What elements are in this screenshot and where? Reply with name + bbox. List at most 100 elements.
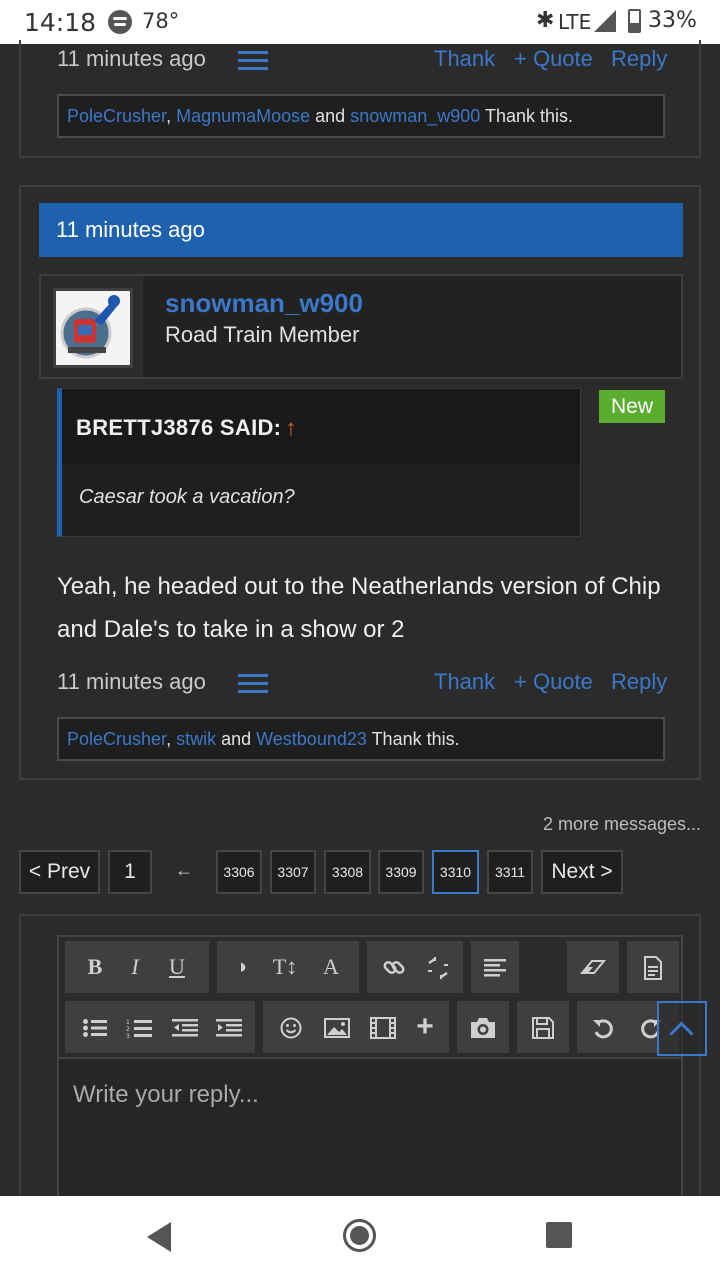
back-icon[interactable] bbox=[147, 1222, 171, 1252]
clock: 14:18 bbox=[24, 8, 97, 37]
font-color-icon[interactable]: ◑ bbox=[223, 941, 259, 993]
bold-icon[interactable]: B bbox=[75, 941, 115, 993]
toolbar-group-align bbox=[471, 941, 519, 993]
page-first-button[interactable]: 1 bbox=[108, 850, 152, 894]
font-family-icon[interactable]: A bbox=[311, 941, 351, 993]
page-button[interactable]: 3311 bbox=[487, 850, 533, 894]
hamburger-menu-icon[interactable] bbox=[238, 674, 268, 694]
separator: , bbox=[166, 729, 177, 749]
page-button-current[interactable]: 3310 bbox=[432, 850, 479, 894]
thank-user-link[interactable]: PoleCrusher bbox=[67, 729, 166, 749]
thank-user-link[interactable]: PoleCrusher bbox=[67, 106, 166, 126]
post-1-meta: 11 minutes ago Thank + Quote Reply bbox=[0, 42, 720, 82]
page-button[interactable]: 3307 bbox=[270, 850, 316, 894]
reply-placeholder: Write your reply... bbox=[73, 1081, 259, 1108]
jump-to-quote-icon[interactable]: ↑ bbox=[285, 415, 296, 440]
post-header-time: 11 minutes ago bbox=[56, 217, 205, 242]
thanks-suffix: Thank this. bbox=[480, 106, 573, 126]
thank-user-link[interactable]: snowman_w900 bbox=[350, 106, 480, 126]
undo-icon[interactable] bbox=[581, 1001, 625, 1053]
toolbar-group-font: ◑ T↕ A bbox=[217, 941, 359, 993]
bluetooth-icon: ✱ bbox=[536, 7, 555, 32]
username-link[interactable]: snowman_w900 bbox=[165, 288, 363, 319]
thank-button[interactable]: Thank bbox=[434, 46, 495, 72]
insert-icon[interactable]: + bbox=[405, 1001, 445, 1053]
numbered-list-icon[interactable]: 123 bbox=[119, 1001, 159, 1053]
template-icon[interactable] bbox=[631, 941, 675, 993]
thanks-list: PoleCrusher, stwik and Westbound23 Thank… bbox=[57, 717, 665, 761]
home-icon[interactable] bbox=[343, 1219, 376, 1252]
battery-icon bbox=[628, 9, 641, 33]
quote-button[interactable]: + Quote bbox=[514, 669, 593, 695]
quote-author-label: BRETTJ3876 SAID: bbox=[76, 415, 282, 440]
quote-author[interactable]: BRETTJ3876 SAID: ↑ bbox=[76, 415, 297, 441]
outdent-icon[interactable] bbox=[163, 1001, 207, 1053]
page-jump-arrow-icon[interactable]: ← bbox=[175, 860, 193, 881]
battery-percent: 33% bbox=[648, 8, 697, 33]
reply-textarea[interactable]: Write your reply... bbox=[59, 1057, 681, 1197]
scroll-to-top-button[interactable] bbox=[657, 1001, 707, 1056]
thank-user-link[interactable]: stwik bbox=[176, 729, 216, 749]
separator: and bbox=[216, 729, 257, 749]
quote-header: BRETTJ3876 SAID: ↑ bbox=[62, 389, 580, 464]
thank-button[interactable]: Thank bbox=[434, 669, 495, 695]
network-type: LTE bbox=[558, 10, 592, 34]
post-time: 11 minutes ago bbox=[57, 669, 206, 694]
page-button[interactable]: 3308 bbox=[324, 850, 371, 894]
reply-button[interactable]: Reply bbox=[611, 669, 667, 695]
reply-button[interactable]: Reply bbox=[611, 46, 667, 72]
new-badge: New bbox=[599, 390, 665, 423]
save-icon[interactable] bbox=[521, 1001, 565, 1053]
toolbar-group-camera bbox=[457, 1001, 509, 1053]
toolbar-group-clear bbox=[567, 941, 619, 993]
thank-user-link[interactable]: MagnumaMoose bbox=[176, 106, 310, 126]
toolbar-group-format: B I U bbox=[65, 941, 209, 993]
separator: and bbox=[310, 106, 351, 126]
prev-page-button[interactable]: < Prev bbox=[19, 850, 100, 894]
font-size-icon[interactable]: T↕ bbox=[261, 941, 309, 993]
camera-icon[interactable] bbox=[461, 1001, 505, 1053]
align-icon[interactable] bbox=[475, 941, 515, 993]
underline-icon[interactable]: U bbox=[157, 941, 197, 993]
separator: , bbox=[166, 106, 177, 126]
image-icon[interactable] bbox=[315, 1001, 359, 1053]
svg-text:2: 2 bbox=[126, 1026, 130, 1033]
thank-user-link[interactable]: Westbound23 bbox=[256, 729, 367, 749]
thanks-list: PoleCrusher, MagnumaMoose and snowman_w9… bbox=[57, 94, 665, 138]
hamburger-menu-icon[interactable] bbox=[238, 51, 268, 71]
avatar[interactable] bbox=[53, 288, 133, 368]
smiley-icon[interactable] bbox=[271, 1001, 311, 1053]
post-body: Yeah, he headed out to the Neatherlands … bbox=[57, 573, 661, 643]
user-card: snowman_w900 Road Train Member bbox=[39, 274, 683, 379]
quote-text: Caesar took a vacation? bbox=[79, 486, 295, 508]
post-time: 11 minutes ago bbox=[57, 46, 206, 71]
post-header: 11 minutes ago bbox=[39, 203, 683, 257]
quote-block: BRETTJ3876 SAID: ↑ Caesar took a vacation… bbox=[57, 388, 581, 537]
recent-apps-icon[interactable] bbox=[546, 1222, 572, 1248]
user-title: Road Train Member bbox=[165, 322, 360, 347]
thanks-suffix: Thank this. bbox=[366, 729, 460, 749]
indent-icon[interactable] bbox=[207, 1001, 251, 1053]
italic-icon[interactable]: I bbox=[115, 941, 155, 993]
temperature: 78° bbox=[142, 9, 180, 33]
unlink-icon[interactable] bbox=[417, 941, 459, 993]
link-icon[interactable] bbox=[373, 941, 415, 993]
toolbar-group-link bbox=[367, 941, 463, 993]
page-button[interactable]: 3306 bbox=[216, 850, 262, 894]
avatar-frame bbox=[41, 276, 143, 377]
more-messages-link[interactable]: 2 more messages... bbox=[543, 814, 701, 835]
media-icon[interactable] bbox=[361, 1001, 405, 1053]
svg-text:1: 1 bbox=[126, 1019, 130, 1026]
page-button[interactable]: 3309 bbox=[378, 850, 424, 894]
bullet-list-icon[interactable] bbox=[75, 1001, 115, 1053]
toolbar-group-lists: 123 bbox=[65, 1001, 255, 1053]
signal-icon bbox=[594, 10, 616, 32]
toolbar-group-insert: + bbox=[263, 1001, 449, 1053]
spotify-icon bbox=[108, 10, 132, 34]
next-page-button[interactable]: Next > bbox=[541, 850, 623, 894]
eraser-icon[interactable] bbox=[571, 941, 615, 993]
system-navigation-bar bbox=[0, 1196, 720, 1280]
post-2-meta: 11 minutes ago Thank + Quote Reply bbox=[0, 665, 720, 705]
quote-button[interactable]: + Quote bbox=[514, 46, 593, 72]
toolbar-group-save bbox=[517, 1001, 569, 1053]
